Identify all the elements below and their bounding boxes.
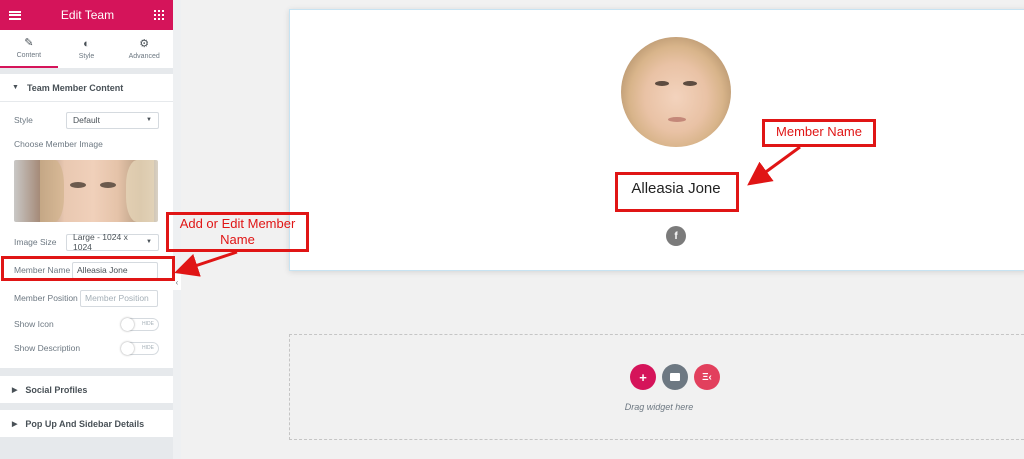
chevron-down-icon: ▼: [146, 239, 152, 245]
chevron-down-icon: ▼: [146, 117, 152, 123]
annotation-member-name-field-box: [1, 256, 175, 281]
toggle-text: HIDE: [142, 344, 154, 351]
ek-logo-icon: Ξ‹: [702, 371, 712, 383]
style-select[interactable]: Default ▼: [66, 111, 159, 129]
show-description-control: Show Description HIDE: [14, 338, 159, 358]
tab-style[interactable]: ◐ Style: [58, 30, 116, 68]
section-popup-sidebar-label: Pop Up And Sidebar Details: [25, 418, 145, 429]
style-select-value: Default: [73, 115, 100, 125]
caret-right-icon: ▶: [12, 386, 18, 394]
panel-tabs: ✎ Content ◐ Style ⚙ Advanced: [0, 30, 173, 68]
caret-right-icon: ▶: [12, 420, 18, 428]
half-circle-icon: ◐: [83, 37, 90, 50]
add-section-button[interactable]: +: [630, 364, 656, 390]
choose-image-label: Choose Member Image: [14, 139, 103, 149]
panel-header: Edit Team: [0, 0, 173, 30]
tab-style-label: Style: [78, 52, 95, 60]
show-icon-control: Show Icon HIDE: [14, 314, 159, 334]
tab-content-label: Content: [16, 51, 42, 59]
elementskit-button[interactable]: Ξ‹: [694, 364, 720, 390]
show-description-label: Show Description: [14, 343, 81, 353]
image-size-select[interactable]: Large - 1024 x 1024 ▼: [66, 232, 159, 252]
section-team-member-content[interactable]: ▼ Team Member Content: [0, 74, 173, 102]
editor-panel: Edit Team ✎ Content ◐ Style ⚙ Advanced ▼…: [0, 0, 173, 459]
template-library-button[interactable]: [662, 364, 688, 390]
tab-advanced[interactable]: ⚙ Advanced: [115, 30, 173, 68]
caret-down-icon: ▼: [12, 84, 19, 91]
show-icon-label: Show Icon: [14, 319, 54, 329]
team-member-card[interactable]: Alleasia Jone f: [289, 9, 1024, 271]
tab-advanced-label: Advanced: [128, 52, 160, 60]
annotation-edit-name-label: Add or Edit Member Name: [179, 216, 296, 247]
section-social-profiles-label: Social Profiles: [25, 384, 88, 395]
widget-dropzone[interactable]: + Ξ‹ Drag widget here: [289, 334, 1024, 440]
member-position-input[interactable]: Member Position: [80, 289, 158, 307]
section-team-member-content-label: Team Member Content: [26, 82, 124, 93]
member-avatar: [621, 37, 731, 147]
toggle-text: HIDE: [142, 320, 154, 327]
section-popup-sidebar[interactable]: ▶ Pop Up And Sidebar Details: [0, 410, 173, 438]
gear-icon: ⚙: [139, 37, 150, 50]
annotation-preview-name-box: [615, 172, 739, 212]
tab-content[interactable]: ✎ Content: [0, 30, 58, 68]
pencil-icon: ✎: [24, 36, 34, 49]
facebook-icon[interactable]: f: [666, 226, 686, 246]
image-size-control: Image Size Large - 1024 x 1024 ▼: [14, 232, 159, 252]
choose-image-control: Choose Member Image: [14, 134, 159, 154]
panel-title: Edit Team: [60, 8, 115, 22]
image-size-label: Image Size: [14, 237, 57, 247]
widgets-grid-icon[interactable]: [153, 10, 164, 20]
folder-icon: [670, 373, 680, 381]
menu-icon[interactable]: [9, 10, 21, 20]
style-label: Style: [14, 115, 33, 125]
member-position-control: Member Position Member Position: [14, 288, 159, 308]
show-icon-toggle[interactable]: HIDE: [121, 317, 159, 331]
team-member-controls: Style Default ▼ Choose Member Image Imag…: [0, 102, 173, 368]
style-control: Style Default ▼: [14, 110, 159, 130]
dropzone-buttons: + Ξ‹: [630, 364, 720, 390]
annotation-member-name-label: Member Name: [776, 124, 862, 139]
image-size-select-value: Large - 1024 x 1024: [73, 232, 128, 252]
section-social-profiles[interactable]: ▶ Social Profiles: [0, 376, 173, 404]
member-image-preview[interactable]: [14, 160, 158, 222]
drag-widget-hint: Drag widget here: [624, 402, 694, 412]
member-position-label: Member Position: [14, 293, 78, 303]
show-description-toggle[interactable]: HIDE: [121, 341, 159, 355]
